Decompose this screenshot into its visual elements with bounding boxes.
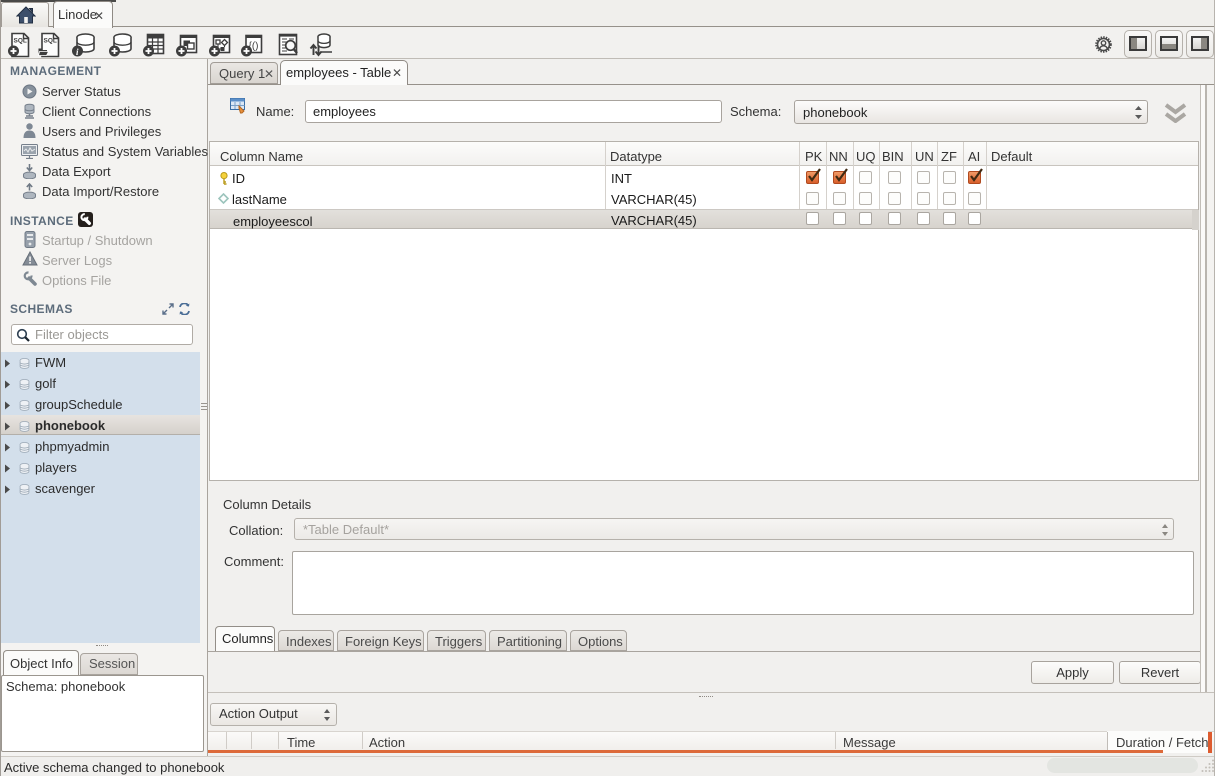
svg-text:SQL: SQL — [14, 38, 27, 45]
svg-text:SQL: SQL — [44, 38, 57, 45]
